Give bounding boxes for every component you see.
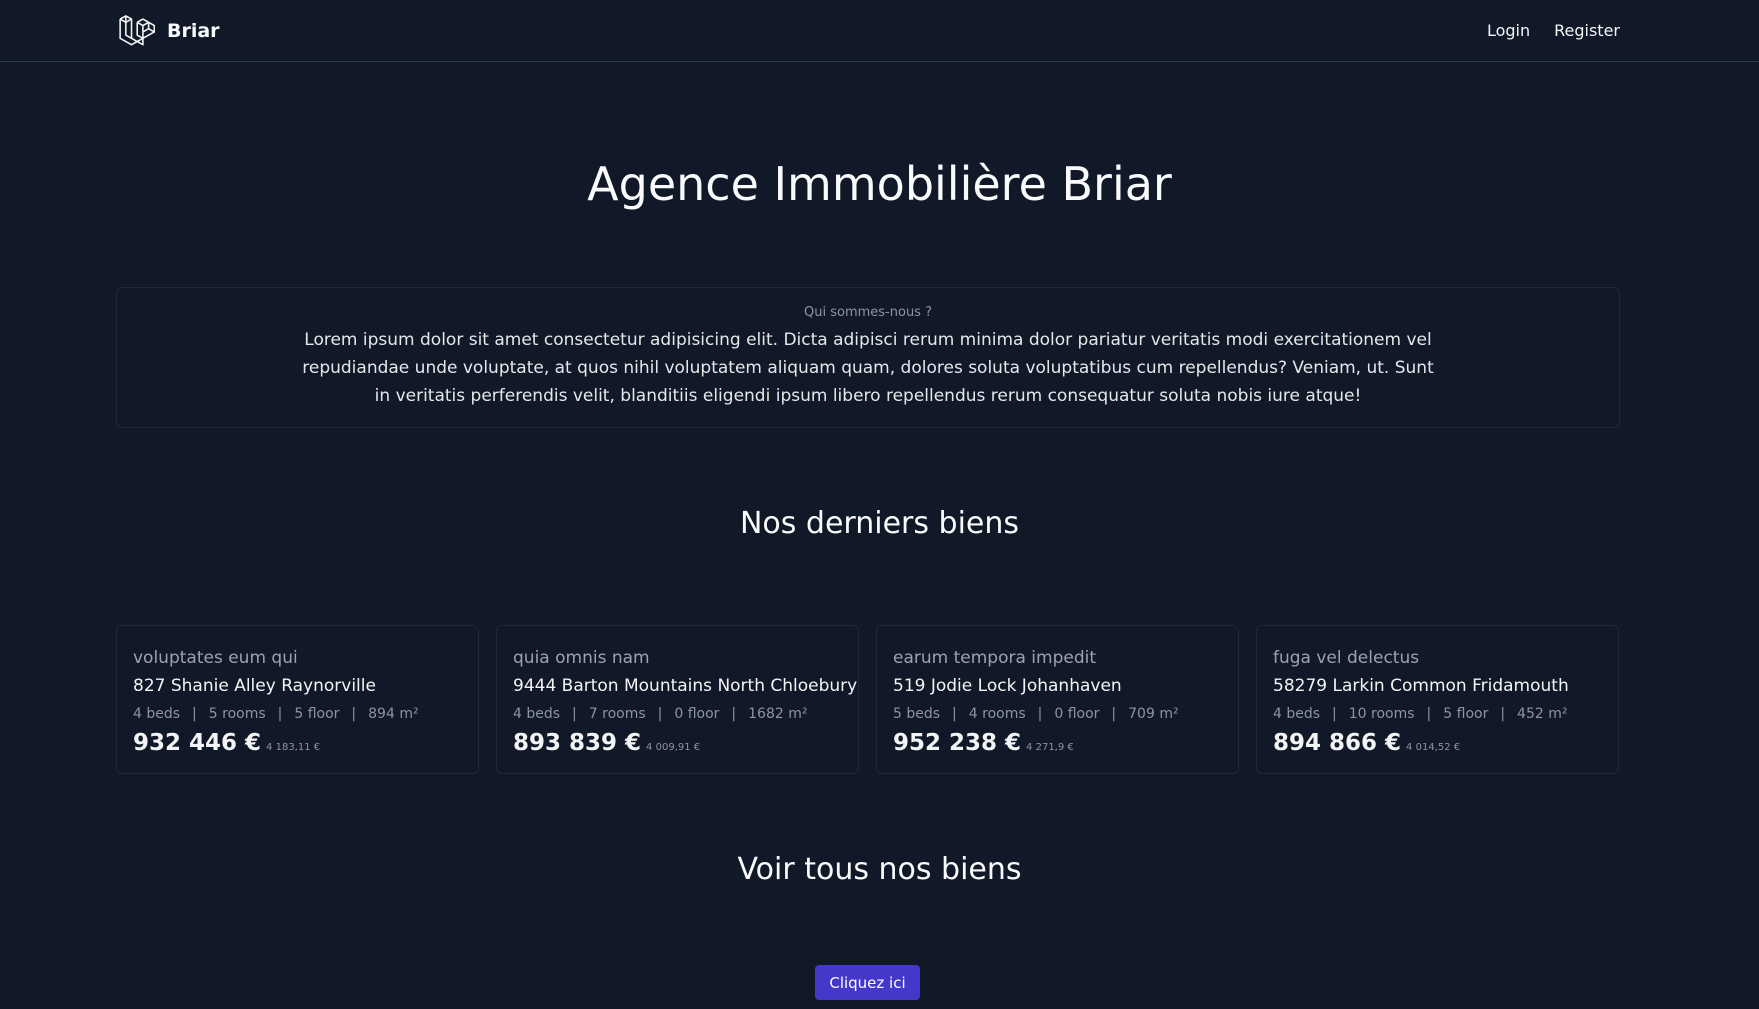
property-card[interactable]: quia omnis nam 9444 Barton Mountains Nor… (496, 625, 859, 774)
property-address: 9444 Barton Mountains North Chloebury (513, 676, 858, 696)
property-card[interactable]: earum tempora impedit 519 Jodie Lock Joh… (876, 625, 1239, 774)
property-area: 1682 m² (748, 706, 808, 722)
property-price-row: 893 839 € 4 009,91 € (513, 730, 858, 756)
latest-properties-title: Nos derniers biens (739, 506, 1020, 541)
spec-divider: | (657, 706, 663, 722)
property-beds: 5 beds (893, 706, 941, 722)
property-price-per-sqm: 4 183,11 € (266, 742, 321, 753)
property-price: 952 238 € (893, 730, 1022, 756)
spec-divider: | (277, 706, 283, 722)
property-title: fuga vel delectus (1273, 648, 1420, 668)
property-specs: 4 beds | 7 rooms | 0 floor | 1682 m² (513, 702, 858, 726)
property-price-per-sqm: 4 009,91 € (646, 742, 701, 753)
property-price-row: 894 866 € 4 014,52 € (1273, 730, 1618, 756)
property-price: 894 866 € (1273, 730, 1402, 756)
property-price-per-sqm: 4 014,52 € (1406, 742, 1461, 753)
about-section: Qui sommes-nous ? Lorem ipsum dolor sit … (116, 287, 1620, 428)
property-address: 58279 Larkin Common Fridamouth (1273, 676, 1569, 696)
spec-divider: | (952, 706, 957, 722)
property-rooms: 7 rooms (588, 706, 646, 722)
property-area: 709 m² (1128, 706, 1179, 722)
property-floor: 0 floor (1054, 706, 1100, 722)
brand-name: Briar (167, 19, 220, 42)
about-label: Qui sommes-nous ? (804, 305, 932, 320)
spec-divider: | (1500, 706, 1506, 722)
property-title: earum tempora impedit (893, 648, 1097, 668)
page-title: Agence Immobilière Briar (587, 157, 1172, 211)
spec-divider: | (192, 706, 197, 722)
spec-divider: | (1332, 706, 1337, 722)
property-specs: 4 beds | 5 rooms | 5 floor | 894 m² (133, 702, 478, 726)
laravel-logo-icon (118, 12, 155, 49)
about-text: Lorem ipsum dolor sit amet consectetur a… (302, 330, 1434, 406)
spec-divider: | (572, 706, 577, 722)
spec-divider: | (1111, 706, 1117, 722)
property-area: 894 m² (368, 706, 419, 722)
property-address: 519 Jodie Lock Johanhaven (893, 676, 1122, 696)
property-card-list: voluptates eum qui 827 Shanie Alley Rayn… (116, 625, 1620, 774)
property-card[interactable]: voluptates eum qui 827 Shanie Alley Rayn… (116, 625, 479, 774)
property-card[interactable]: fuga vel delectus 58279 Larkin Common Fr… (1256, 625, 1619, 774)
property-rooms: 10 rooms (1348, 706, 1415, 722)
navbar: Briar Login Register (0, 0, 1759, 62)
property-price-per-sqm: 4 271,9 € (1026, 742, 1074, 753)
property-area: 452 m² (1517, 706, 1568, 722)
property-specs: 5 beds | 4 rooms | 0 floor | 709 m² (893, 702, 1238, 726)
all-properties-title: Voir tous nos biens (737, 852, 1022, 887)
brand-link[interactable]: Briar (118, 12, 220, 49)
spec-divider: | (1037, 706, 1043, 722)
property-beds: 4 beds (133, 706, 181, 722)
view-all-button[interactable]: Cliquez ici (815, 965, 920, 1000)
auth-links: Login Register (1487, 21, 1620, 40)
login-link[interactable]: Login (1487, 21, 1530, 40)
property-address: 827 Shanie Alley Raynorville (133, 676, 376, 696)
property-price: 932 446 € (133, 730, 262, 756)
spec-divider: | (731, 706, 737, 722)
property-title: voluptates eum qui (133, 648, 298, 668)
property-title: quia omnis nam (513, 648, 650, 668)
register-link[interactable]: Register (1554, 21, 1620, 40)
property-floor: 5 floor (1443, 706, 1489, 722)
property-beds: 4 beds (1273, 706, 1321, 722)
property-price-row: 932 446 € 4 183,11 € (133, 730, 478, 756)
property-price-row: 952 238 € 4 271,9 € (893, 730, 1238, 756)
property-floor: 0 floor (674, 706, 720, 722)
property-floor: 5 floor (294, 706, 340, 722)
property-beds: 4 beds (513, 706, 561, 722)
spec-divider: | (1426, 706, 1432, 722)
property-price: 893 839 € (513, 730, 642, 756)
property-rooms: 5 rooms (208, 706, 266, 722)
property-rooms: 4 rooms (968, 706, 1026, 722)
property-specs: 4 beds | 10 rooms | 5 floor | 452 m² (1273, 702, 1618, 726)
spec-divider: | (351, 706, 357, 722)
